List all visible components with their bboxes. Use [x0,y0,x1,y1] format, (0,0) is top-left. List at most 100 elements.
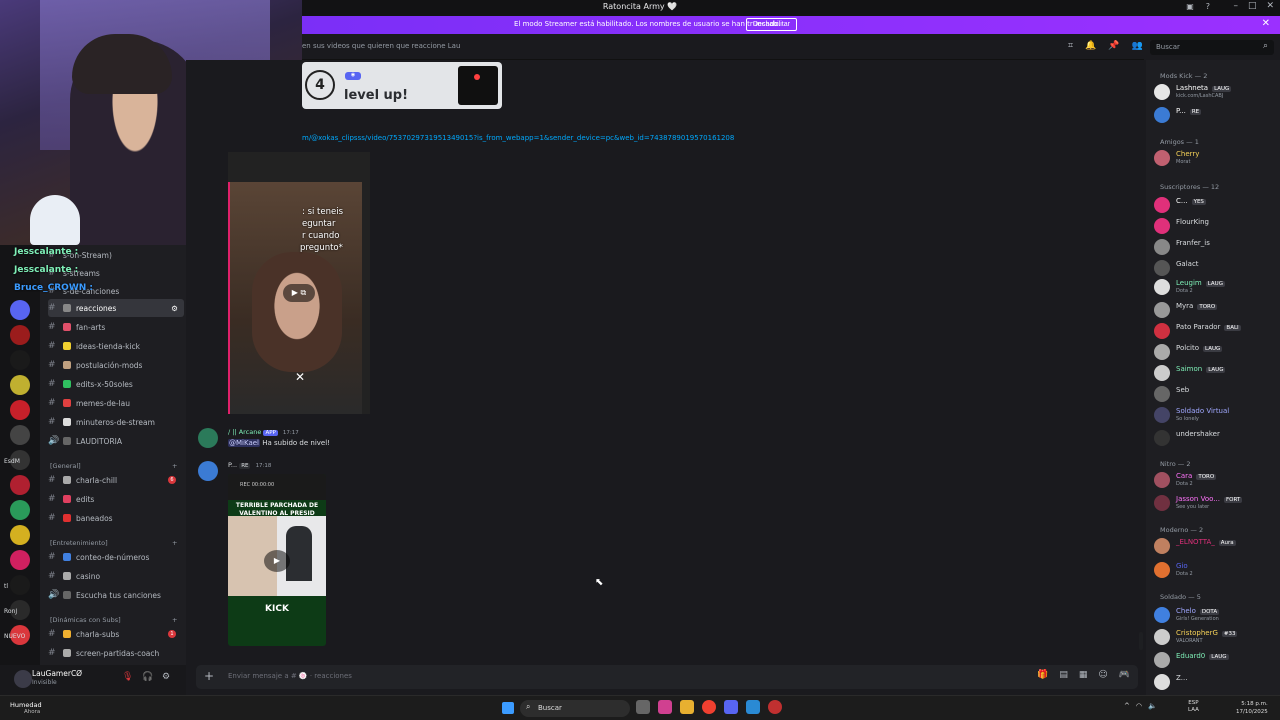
user-mention[interactable]: @MiKael [228,439,260,447]
avatar[interactable] [1154,562,1170,578]
member-item[interactable]: Seb [1154,384,1278,403]
channel-item[interactable]: # casino [48,567,184,585]
avatar[interactable] [1154,107,1170,123]
wifi-icon[interactable]: ◠ [1136,702,1142,710]
member-item[interactable]: Myra TORO [1154,300,1278,319]
channel-item[interactable]: # minuteros-de-stream [48,413,184,431]
member-item[interactable]: Z... [1154,672,1278,691]
taskbar-search[interactable]: ⌕ Buscar [520,700,630,717]
member-item[interactable]: Chelo DOTA Girls! Generation [1154,605,1278,624]
attach-plus-icon[interactable]: + [204,669,214,683]
avatar[interactable] [1154,407,1170,423]
server-icon[interactable] [10,425,30,445]
member-item[interactable]: Gio Dota 2 [1154,560,1278,579]
deafen-icon[interactable]: 🎧 [142,672,153,682]
channel-item[interactable]: 🔊 Escucha tus canciones [48,586,184,604]
avatar[interactable] [1154,323,1170,339]
close-window-icon[interactable]: ✕ [1266,1,1274,11]
avatar[interactable] [1154,430,1170,446]
add-channel-icon[interactable]: + [172,539,177,547]
avatar[interactable] [1154,538,1170,554]
avatar[interactable] [1154,197,1170,213]
channel-item[interactable]: # conteo-de-números [48,548,184,566]
avatar[interactable] [14,670,32,688]
member-item[interactable]: Polcito LAUG [1154,342,1278,361]
avatar[interactable] [1154,607,1170,623]
member-item[interactable]: Pato Parador BALI [1154,321,1278,340]
message-composer[interactable]: + Enviar mensaje a # 🍥 · reacciones 🎁 ▤ … [196,665,1138,689]
avatar[interactable] [1154,260,1170,276]
maximize-icon[interactable]: □ [1248,1,1257,11]
channel-item[interactable]: # edits-x-50soles [48,375,184,393]
avatar[interactable] [1154,150,1170,166]
member-item[interactable]: Saimon LAUG [1154,363,1278,382]
task-view-icon[interactable] [636,700,650,714]
play-icon[interactable]: ▶ [264,550,290,572]
member-list-icon[interactable]: 👥 [1132,41,1143,51]
avatar[interactable] [1154,365,1170,381]
author-name[interactable]: P... [228,461,237,469]
server-icon[interactable] [10,400,30,420]
avatar[interactable] [1154,386,1170,402]
language-indicator[interactable]: ESP LAA [1188,700,1199,714]
channel-category[interactable]: [Dinámicas con Subs] + [50,616,177,624]
channel-item[interactable]: # edits [48,490,184,508]
banner-close-icon[interactable]: ✕ [1262,18,1270,29]
inbox-icon[interactable]: ▣ [1186,2,1194,11]
tray-chevron-icon[interactable]: ^ [1124,702,1130,710]
server-icon[interactable] [10,350,30,370]
gift-icon[interactable]: 🎁 [1037,670,1048,680]
add-channel-icon[interactable]: + [172,462,177,470]
avatar[interactable] [1154,472,1170,488]
message-author[interactable]: P... RE 17:18 [228,461,271,469]
channel-settings-icon[interactable]: ⚙ [171,304,178,313]
server-icon[interactable] [10,550,30,570]
copilot-icon[interactable] [658,700,672,714]
server-icon[interactable] [10,375,30,395]
threads-icon[interactable]: ⌗ [1068,41,1073,51]
channel-category[interactable]: [Entretenimiento] + [50,539,177,547]
member-item[interactable]: Soldado Virtual So lonely [1154,405,1278,424]
speaker-icon[interactable]: 🔈 [1148,702,1157,710]
search-input[interactable]: Buscar ⌕ [1150,40,1274,55]
member-item[interactable]: C... YES [1154,195,1278,214]
avatar[interactable] [1154,218,1170,234]
avatar[interactable] [1154,629,1170,645]
server-icon[interactable] [10,325,30,345]
scrollbar[interactable] [1139,632,1143,650]
minimize-icon[interactable]: – [1233,1,1238,11]
gif-icon[interactable]: ▤ [1059,670,1068,680]
avatar[interactable] [1154,344,1170,360]
member-item[interactable]: Franfer_is [1154,237,1278,256]
discord-icon[interactable] [724,700,738,714]
member-item[interactable]: Cara TORO Dota 2 [1154,470,1278,489]
channel-item[interactable]: # postulación-mods [48,356,184,374]
member-item[interactable]: Lashneta LAUG kick.com/LashCABJ [1154,82,1278,101]
avatar[interactable] [1154,652,1170,668]
server-icon[interactable] [10,575,30,595]
settings-gear-icon[interactable]: ⚙ [162,672,170,682]
avatar[interactable] [1154,239,1170,255]
avatar[interactable] [198,428,218,448]
tiktok-link[interactable]: m/@xokas_clipsss/video/75370297319513490… [302,134,734,142]
member-item[interactable]: undershaker [1154,428,1278,447]
channel-item[interactable]: # reacciones ⚙ [48,299,184,317]
server-icon[interactable] [10,500,30,520]
channel-item[interactable]: 🔊 LAUDITORIA [48,432,184,450]
member-item[interactable]: FlourKing [1154,216,1278,235]
member-item[interactable]: Jasson Voo... FORT See you later [1154,493,1278,512]
channel-item[interactable]: # charla-chill 6 [48,471,184,489]
channel-item[interactable]: # ideas-tienda-kick [48,337,184,355]
avatar[interactable] [1154,302,1170,318]
server-icon[interactable] [10,300,30,320]
server-icon[interactable] [10,475,30,495]
help-icon[interactable]: ? [1206,2,1210,11]
server-icon[interactable] [10,525,30,545]
windows-start-icon[interactable] [502,702,514,714]
member-item[interactable]: Galact [1154,258,1278,277]
chrome-icon[interactable] [702,700,716,714]
apps-icon[interactable]: 🎮 [1119,670,1130,680]
sticker-icon[interactable]: ▦ [1079,670,1088,680]
avatar[interactable] [198,461,218,481]
avatar[interactable] [1154,279,1170,295]
